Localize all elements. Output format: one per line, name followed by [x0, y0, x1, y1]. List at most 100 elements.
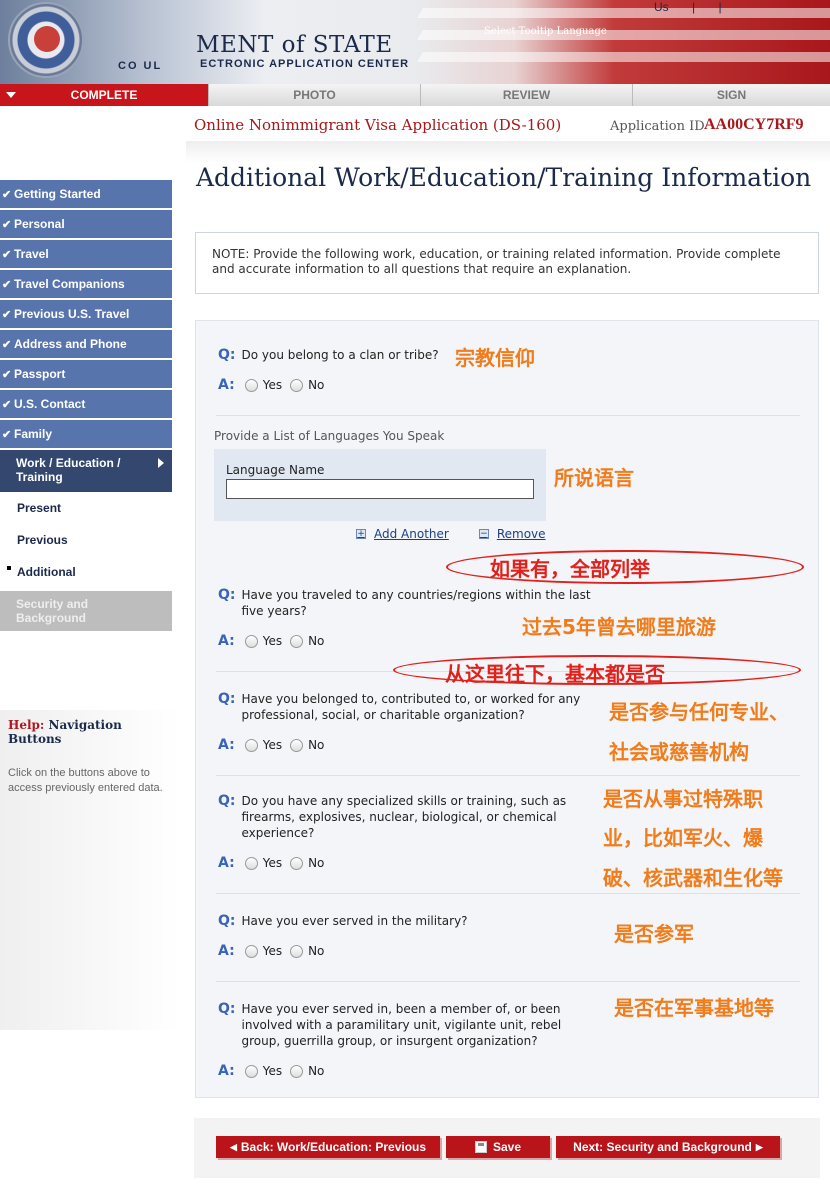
q-label: Q: — [218, 1001, 236, 1017]
step-review[interactable]: REVIEW — [420, 84, 632, 106]
q-label: Q: — [218, 347, 236, 363]
department-title: MENT of STATE — [196, 32, 393, 58]
question-text: Have you ever served in, been a member o… — [241, 1002, 562, 1048]
sidebar-item-family[interactable]: ✔ Family — [0, 420, 172, 448]
header-divider — [186, 141, 830, 163]
note-box: NOTE: Provide the following work, educat… — [195, 232, 819, 294]
no-label: No — [308, 944, 325, 958]
checkmark-icon: ✔ — [2, 278, 12, 291]
yes-radio[interactable] — [244, 856, 258, 870]
sidebar-item-label: Travel — [14, 247, 49, 261]
help-prefix: Help: — [8, 718, 45, 732]
yes-radio[interactable] — [244, 378, 258, 392]
next-button[interactable]: Next: Security and Background ▶ — [556, 1136, 780, 1158]
save-button[interactable]: Save — [446, 1136, 550, 1158]
divider — [216, 775, 800, 776]
sidebar-item-work-education[interactable]: Work / Education / Training — [0, 450, 172, 492]
no-option[interactable]: No — [290, 634, 324, 648]
save-button-label: Save — [492, 1140, 522, 1154]
yes-radio[interactable] — [244, 634, 258, 648]
sidebar-item-label: Getting Started — [14, 187, 101, 201]
navigation-button-bar: ◀ Back: Work/Education: Previous Save Nex… — [194, 1118, 820, 1178]
yes-option[interactable]: Yes — [244, 1064, 282, 1078]
contact-us-link[interactable]: Us — [644, 0, 679, 14]
annotation-languages: 所说语言 — [554, 466, 634, 490]
divider — [216, 415, 800, 416]
checkmark-icon: ✔ — [2, 308, 12, 321]
sidebar-item-travel-companions[interactable]: ✔ Travel Companions — [0, 270, 172, 298]
department-seal-logo — [8, 2, 84, 78]
application-id: AA00CY7RF9 — [704, 116, 804, 133]
yes-option[interactable]: Yes — [244, 738, 282, 752]
divider — [216, 893, 800, 894]
checkmark-icon: ✔ — [2, 188, 12, 201]
annotation-travel: 过去5年曾去哪里旅游 — [522, 615, 716, 639]
remove-button[interactable]: − Remove — [478, 527, 546, 541]
next-button-label: Next: Security and Background — [573, 1140, 752, 1154]
annotation-paramilitary: 是否在军事基地等 — [614, 996, 774, 1020]
no-option[interactable]: No — [290, 378, 324, 392]
step-sign[interactable]: SIGN — [632, 84, 830, 106]
no-radio[interactable] — [290, 1064, 304, 1078]
remove-label: Remove — [496, 527, 546, 541]
yes-radio[interactable] — [244, 738, 258, 752]
link-separator: | — [718, 0, 722, 14]
step-photo[interactable]: PHOTO — [208, 84, 420, 106]
sidebar-item-label: Previous U.S. Travel — [14, 307, 130, 321]
help-panel: Help: Navigation Buttons Click on the bu… — [0, 710, 180, 1030]
yes-option[interactable]: Yes — [244, 944, 283, 958]
language-name-label: Language Name — [226, 463, 325, 477]
q-label: Q: — [218, 913, 236, 929]
step-complete[interactable]: COMPLETE — [0, 84, 208, 106]
consular-text: CO UL — [118, 60, 163, 72]
no-option[interactable]: No — [290, 856, 324, 870]
tooltip-language-select[interactable]: Select Tooltip Language — [484, 26, 607, 37]
a-label: A: — [218, 1063, 235, 1079]
yes-label: Yes — [262, 944, 283, 958]
question-text: Have you belonged to, contributed to, or… — [241, 692, 581, 722]
a-label: A: — [218, 633, 235, 649]
sidebar-item-us-contact[interactable]: ✔ U.S. Contact — [0, 390, 172, 418]
q-label: Q: — [218, 587, 236, 603]
header-banner: CO UL MENT of STATE ECTRONIC APPLICATION… — [0, 0, 830, 84]
no-label: No — [308, 378, 325, 392]
sidebar-subitem-present[interactable]: Present — [0, 492, 172, 524]
sidebar-subitem-previous[interactable]: Previous — [0, 524, 172, 556]
annotation-skills-line2: 业，比如军火、爆 — [603, 826, 763, 850]
back-button[interactable]: ◀ Back: Work/Education: Previous — [216, 1136, 440, 1158]
sidebar-nav: ✔ Getting Started ✔ Personal ✔ Travel ✔ Trav… — [0, 180, 172, 631]
add-another-button[interactable]: + Add Another — [356, 527, 449, 541]
q-label: Q: — [218, 793, 236, 809]
no-label: No — [308, 634, 325, 648]
yes-option[interactable]: Yes — [244, 378, 282, 392]
no-radio[interactable] — [290, 856, 304, 870]
checkmark-icon: ✔ — [2, 338, 12, 351]
yes-radio[interactable] — [244, 1064, 258, 1078]
sidebar-item-getting-started[interactable]: ✔ Getting Started — [0, 180, 172, 208]
sidebar-item-label: Travel Companions — [14, 277, 125, 291]
sidebar-item-passport[interactable]: ✔ Passport — [0, 360, 172, 388]
sidebar-item-personal[interactable]: ✔ Personal — [0, 210, 172, 238]
sidebar-item-address-phone[interactable]: ✔ Address and Phone — [0, 330, 172, 358]
yes-option[interactable]: Yes — [244, 856, 283, 870]
annotation-org-line1: 是否参与任何专业、 — [609, 700, 789, 724]
yes-label: Yes — [262, 856, 283, 870]
no-option[interactable]: No — [290, 944, 324, 958]
sidebar-item-previous-us-travel[interactable]: ✔ Previous U.S. Travel — [0, 300, 172, 328]
no-option[interactable]: No — [290, 1064, 324, 1078]
no-option[interactable]: No — [290, 738, 324, 752]
a-label: A: — [218, 855, 235, 871]
no-radio[interactable] — [290, 378, 304, 392]
no-radio[interactable] — [290, 634, 304, 648]
checkmark-icon: ✔ — [2, 248, 12, 261]
yes-option[interactable]: Yes — [244, 634, 282, 648]
no-radio[interactable] — [290, 738, 304, 752]
no-label: No — [308, 1064, 325, 1078]
no-radio[interactable] — [290, 944, 304, 958]
yes-radio[interactable] — [244, 944, 258, 958]
language-name-input[interactable] — [226, 479, 534, 499]
minus-icon: − — [478, 529, 489, 539]
sidebar-subitem-additional[interactable]: Additional — [0, 556, 172, 588]
flag-stripe — [417, 8, 830, 18]
sidebar-item-travel[interactable]: ✔ Travel — [0, 240, 172, 268]
